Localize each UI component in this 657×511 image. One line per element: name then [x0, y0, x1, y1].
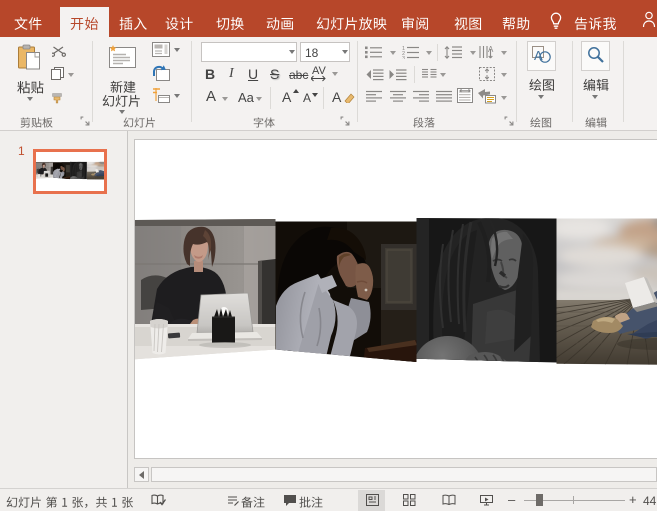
svg-text:3: 3 — [402, 56, 405, 59]
svg-text:A: A — [488, 45, 494, 54]
